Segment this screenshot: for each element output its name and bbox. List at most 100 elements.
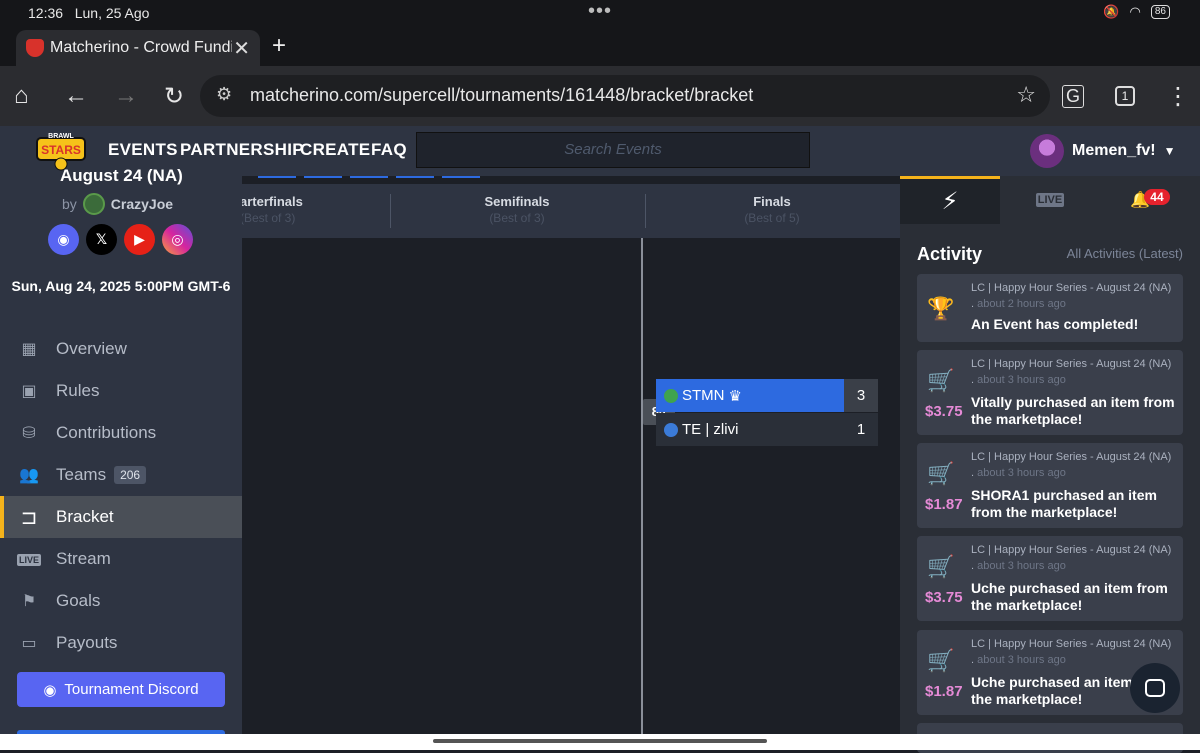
sidebar-item-label: Stream	[56, 549, 111, 568]
team-logo-icon	[664, 388, 678, 403]
discord-icon[interactable]: ◉	[48, 224, 79, 255]
close-tab-icon[interactable]: ✕	[233, 36, 250, 61]
new-tab-icon[interactable]: +	[272, 32, 286, 60]
url-text[interactable]: matcherino.com/supercell/tournaments/161…	[250, 85, 753, 106]
address-bar[interactable]: ⚙ matcherino.com/supercell/tournaments/1…	[200, 75, 1050, 117]
activity-card[interactable]: 🏆 LC | Happy Hour Series - August 24 (NA…	[917, 274, 1183, 342]
forward-icon[interactable]: →	[114, 82, 138, 110]
lightning-icon: ⚡	[941, 188, 959, 215]
match-team-winner[interactable]: STMN ♛ 3	[656, 379, 878, 412]
sidebar-item-label: Teams	[56, 465, 107, 484]
cart-icon: 🛒	[927, 554, 955, 579]
organizer-name[interactable]: CrazyJoe	[111, 196, 173, 212]
sidebar-item-teams[interactable]: 👥 Teams 206	[0, 454, 242, 496]
bookmark-star-icon[interactable]: ☆	[1016, 82, 1036, 108]
social-links: ◉ 𝕏 ▶ ◎	[48, 224, 193, 255]
live-icon: LIVE	[1035, 193, 1065, 207]
activity-card[interactable]: 🛒 $3.75 LC | Happy Hour Series - August …	[917, 536, 1183, 621]
bracket-view[interactable]: arterfinals (Best of 3) Semifinals (Best o…	[242, 176, 900, 750]
menu-kebab-icon[interactable]: ⋮	[1166, 82, 1190, 111]
bracket-connector	[641, 238, 643, 750]
instagram-icon[interactable]: ◎	[162, 224, 193, 255]
browser-tab[interactable]: Matcherino - Crowd Funding ✕	[16, 30, 260, 66]
tab-notifications[interactable]: 🔔 44	[1100, 176, 1200, 224]
activity-amount: $3.75	[925, 589, 963, 606]
activity-amount: $3.75	[925, 403, 963, 420]
site-settings-icon[interactable]: ⚙	[216, 84, 232, 105]
activity-title: Activity	[917, 244, 983, 264]
back-icon[interactable]: ←	[64, 82, 88, 110]
tournament-discord-button[interactable]: ◉ Tournament Discord	[17, 672, 225, 707]
activity-card[interactable]: 🛒 $3.75 LC | Happy Hour Series - August …	[917, 350, 1183, 435]
grid-icon: ▦	[21, 341, 37, 358]
sidebar-item-label: Goals	[56, 591, 101, 610]
username: Memen_fv!	[1072, 142, 1156, 159]
battery-icon: 86	[1150, 5, 1170, 19]
sidebar-item-bracket[interactable]: ⊐ Bracket	[0, 496, 242, 538]
matcherino-favicon-icon	[26, 39, 44, 57]
browser-toolbar: ⌂ ← → ↻ ⚙ matcherino.com/supercell/tourn…	[0, 66, 1200, 126]
sidebar-item-contributions[interactable]: ⛁ Contributions	[0, 412, 242, 454]
team-name: TE | zlivi	[682, 421, 739, 438]
translate-icon[interactable]: G	[1062, 85, 1085, 108]
match-team-loser[interactable]: TE | zlivi 1	[656, 413, 878, 446]
user-menu[interactable]: Memen_fv! ▼	[1030, 132, 1175, 170]
team-score: 1	[844, 413, 878, 446]
crown-icon: ♛	[728, 387, 742, 405]
cart-icon: 🛒	[927, 648, 955, 673]
activity-meta: LC | Happy Hour Series - August 24 (NA) …	[971, 282, 1172, 310]
chat-support-button[interactable]	[1130, 663, 1180, 713]
status-time: 12:36 Lun, 25 Ago	[28, 5, 150, 21]
chat-icon	[1145, 679, 1165, 697]
activity-card[interactable]: 🛒 $1.87 LC | Happy Hour Series - August …	[917, 443, 1183, 528]
chevron-down-icon: ▼	[1163, 144, 1176, 158]
sidebar-item-label: Contributions	[56, 423, 157, 442]
nav-partnership[interactable]: PARTNERSHIP	[180, 140, 304, 160]
cart-icon: 🛒	[927, 461, 955, 486]
activity-message: SHORA1 purchased an item from the market…	[971, 487, 1157, 520]
coins-icon: ⛁	[22, 425, 36, 442]
activity-message: An Event has completed!	[971, 316, 1139, 332]
mute-icon: 🔕	[1103, 4, 1120, 19]
flag-icon: ⚑	[21, 593, 37, 610]
activity-meta: LC | Happy Hour Series - August 24 (NA) …	[971, 638, 1172, 666]
round-semifinals: Semifinals (Best of 3)	[484, 194, 550, 225]
activity-amount: $1.87	[925, 496, 963, 513]
event-date: Sun, Aug 24, 2025 5:00PM GMT-6	[11, 278, 231, 294]
round-header: arterfinals (Best of 3) Semifinals (Best o…	[242, 184, 900, 238]
activity-message: Uche purchased an item from the marketpl…	[971, 580, 1168, 613]
sidebar-item-label: Payouts	[56, 633, 118, 652]
sidebar-item-label: Bracket	[56, 507, 114, 526]
activity-meta: LC | Happy Hour Series - August 24 (NA) …	[971, 358, 1172, 386]
tab-switcher-icon[interactable]: 1	[1115, 86, 1135, 106]
youtube-icon[interactable]: ▶	[124, 224, 155, 255]
organizer-avatar	[82, 193, 105, 215]
x-twitter-icon[interactable]: 𝕏	[86, 224, 117, 255]
sidebar-item-stream[interactable]: LIVE Stream	[0, 538, 242, 580]
sidebar-item-payouts[interactable]: ▭ Payouts	[0, 622, 242, 664]
home-gesture-bar[interactable]	[433, 739, 767, 743]
event-sidebar: August 24 (NA) by CrazyJoe ◉ 𝕏 ▶ ◎ Sun, …	[0, 166, 242, 750]
trophy-icon: 🏆	[927, 296, 955, 321]
discord-button-label: Tournament Discord	[64, 681, 199, 698]
tab-live[interactable]: LIVE	[1000, 176, 1100, 224]
users-icon: 👥	[19, 467, 39, 484]
reload-icon[interactable]: ↻	[164, 82, 184, 111]
sidebar-item-rules[interactable]: ▣ Rules	[0, 370, 242, 412]
search-events-input[interactable]: Search Events	[416, 132, 810, 168]
rules-icon: ▣	[21, 383, 37, 400]
sidebar-item-label: Rules	[56, 381, 100, 400]
tab-activity[interactable]: ⚡	[900, 176, 1000, 224]
home-icon[interactable]: ⌂	[14, 82, 29, 110]
more-dots-icon: •••	[588, 0, 613, 22]
browser-tab-bar: Matcherino - Crowd Funding ✕ +	[0, 26, 1200, 66]
sidebar-item-overview[interactable]: ▦ Overview	[0, 328, 242, 370]
status-bar: 12:36 Lun, 25 Ago ••• 🔕 ◠ 86	[0, 0, 1200, 26]
sidebar-item-goals[interactable]: ⚑ Goals	[0, 580, 242, 622]
all-activities-link[interactable]: All Activities (Latest)	[1067, 246, 1183, 261]
nav-create[interactable]: CREATE	[300, 140, 370, 160]
bracket-tabs	[258, 176, 480, 178]
money-icon: ▭	[21, 635, 37, 652]
nav-events[interactable]: EVENTS	[108, 140, 178, 160]
nav-faq[interactable]: FAQ	[371, 140, 407, 160]
